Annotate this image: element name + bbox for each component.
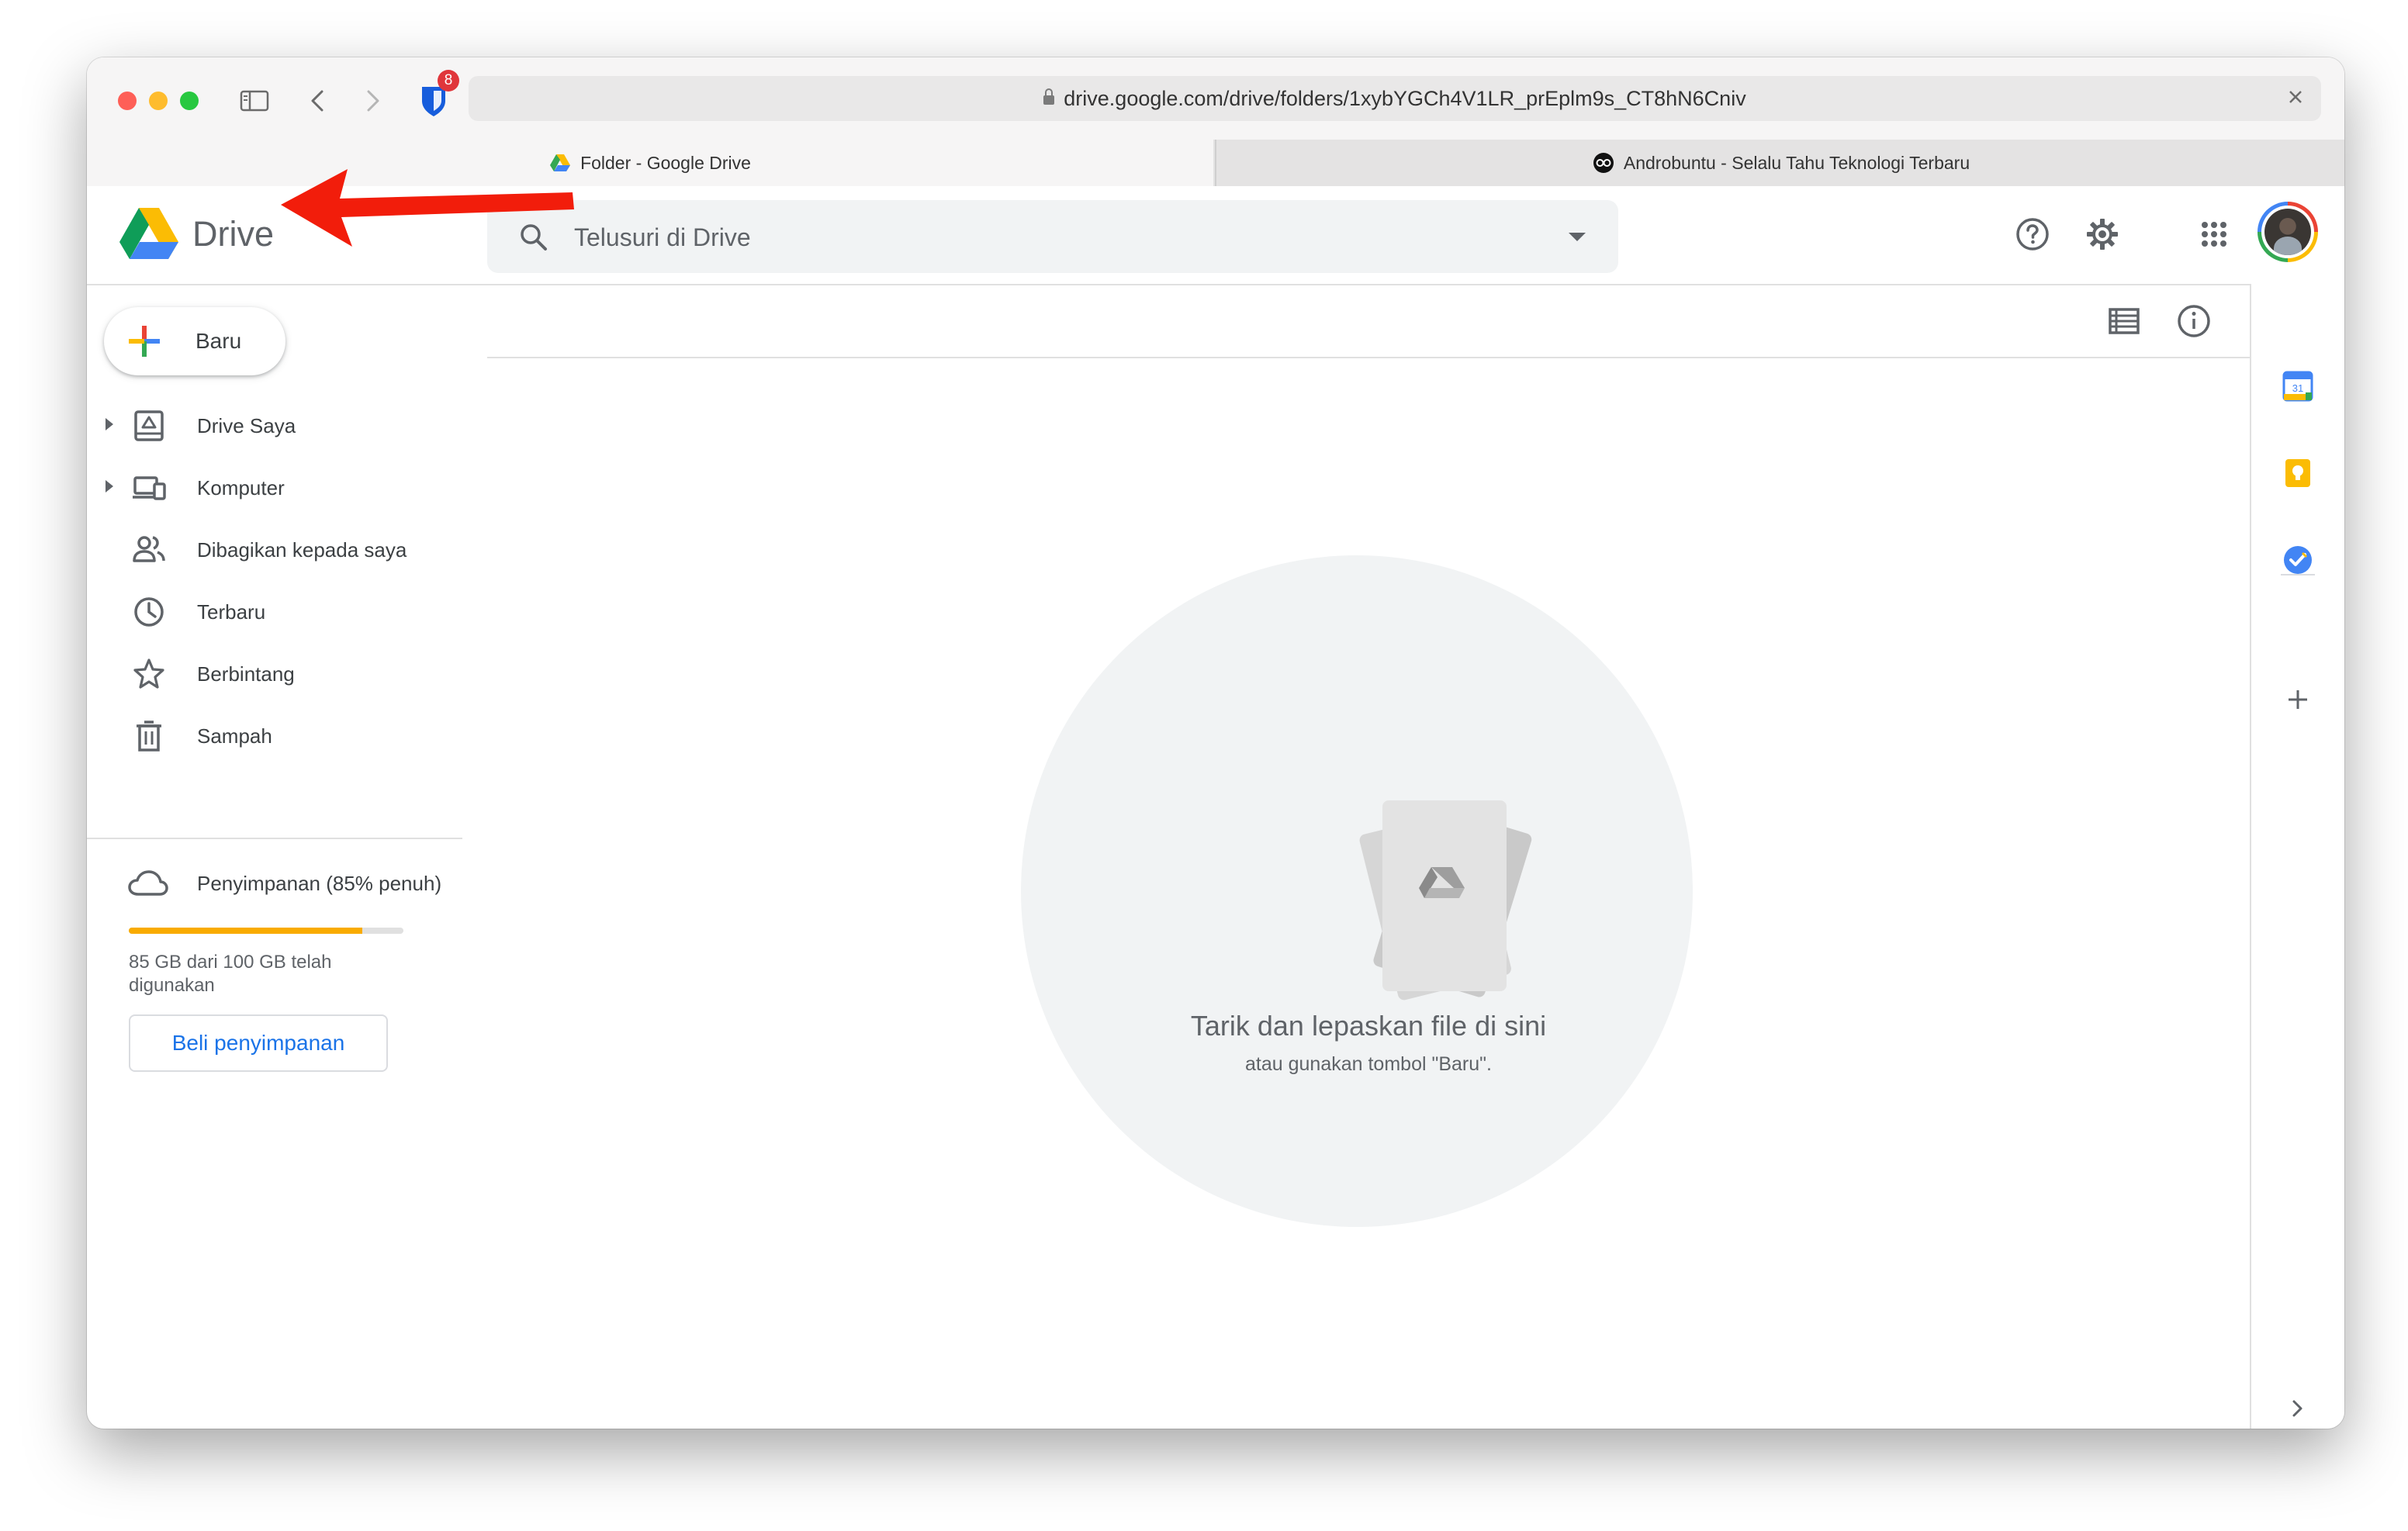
tab-androbuntu[interactable]: Androbuntu - Selalu Tahu Teknologi Terba…: [1215, 140, 2344, 186]
sidebar-item-label: Sampah: [197, 724, 272, 748]
storage-progress-fill: [129, 928, 362, 934]
google-drive-logo[interactable]: [119, 206, 178, 259]
browser-window: 8 drive.google.com/drive/folders/1xybYGC…: [87, 57, 2344, 1429]
sidebar-item-my-drive[interactable]: Drive Saya: [87, 396, 459, 453]
extension-badge: 8: [438, 70, 459, 92]
stop-loading-icon[interactable]: [2284, 85, 2307, 109]
sidebar-item-starred[interactable]: Berbintang: [87, 644, 459, 701]
androbuntu-favicon-icon: [1593, 153, 1614, 173]
google-keep-icon[interactable]: [2281, 456, 2315, 490]
account-avatar[interactable]: [2258, 202, 2318, 262]
plus-icon: [129, 326, 160, 357]
my-drive-icon: [134, 410, 164, 441]
computers-icon: [133, 476, 166, 500]
forward-icon[interactable]: [357, 85, 388, 116]
sidebar-item-computers[interactable]: Komputer: [87, 458, 459, 515]
url-text: drive.google.com/drive/folders/1xybYGCh4…: [1064, 87, 1746, 110]
empty-state-subtitle: atau gunakan tombol "Baru".: [1245, 1053, 1492, 1075]
toolbar-divider: [487, 357, 2250, 358]
storage-label[interactable]: Penyimpanan (85% penuh): [197, 872, 441, 896]
back-icon[interactable]: [303, 85, 334, 116]
tab-title: Folder - Google Drive: [580, 152, 751, 173]
search-bar[interactable]: [487, 200, 1618, 273]
sidebar-item-label: Komputer: [197, 476, 285, 499]
expand-arrow-icon[interactable]: [106, 480, 113, 492]
main-content: Tarik dan lepaskan file di sini atau gun…: [487, 284, 2250, 1429]
search-options-caret-icon[interactable]: [1569, 233, 1586, 241]
drop-files-illustration: [1359, 800, 1532, 1001]
annotation-arrow: [281, 169, 574, 247]
sidebar-item-label: Terbaru: [197, 600, 266, 624]
expand-arrow-icon[interactable]: [106, 418, 113, 430]
lock-icon: [1043, 88, 1055, 105]
sidebar-item-label: Drive Saya: [197, 414, 296, 437]
settings-gear-icon[interactable]: [2084, 216, 2121, 253]
avatar-photo: [2264, 209, 2311, 255]
new-button[interactable]: Baru: [104, 307, 285, 375]
tab-google-drive[interactable]: Folder - Google Drive: [87, 140, 1213, 186]
app-name: Drive: [192, 214, 275, 254]
google-apps-grid-icon[interactable]: [2195, 216, 2233, 253]
star-icon: [133, 658, 164, 689]
list-view-icon[interactable]: [2105, 302, 2143, 340]
google-calendar-icon[interactable]: 31: [2281, 369, 2315, 403]
sidebar-item-label: Dibagikan kepada saya: [197, 538, 407, 562]
sidebar-toggle-icon[interactable]: [239, 85, 270, 116]
info-icon[interactable]: [2175, 302, 2213, 340]
google-tasks-icon[interactable]: [2281, 543, 2315, 577]
side-panel: 31: [2250, 284, 2344, 1429]
get-add-ons-plus-icon[interactable]: [2281, 683, 2315, 717]
expand-panel-chevron-icon[interactable]: [2285, 1396, 2310, 1421]
sidebar-item-label: Berbintang: [197, 662, 295, 686]
help-icon[interactable]: [2014, 216, 2051, 253]
browser-toolbar: 8 drive.google.com/drive/folders/1xybYGC…: [87, 57, 2344, 140]
empty-state-title: Tarik dan lepaskan file di sini: [1190, 1010, 1547, 1042]
sidebar: Baru Drive Saya Komputer Dibagikan kepad…: [87, 284, 462, 1429]
sidebar-item-trash[interactable]: Sampah: [87, 706, 459, 763]
shared-icon: [133, 536, 165, 562]
tab-title: Androbuntu - Selalu Tahu Teknologi Terba…: [1623, 152, 1970, 173]
address-bar[interactable]: drive.google.com/drive/folders/1xybYGCh4…: [469, 76, 2321, 121]
zoom-window-button[interactable]: [180, 92, 199, 110]
clock-icon: [134, 597, 164, 627]
trash-icon: [137, 721, 161, 752]
sidebar-divider: [87, 838, 462, 839]
storage-detail: 85 GB dari 100 GB telah digunakan: [129, 952, 332, 996]
minimize-window-button[interactable]: [149, 92, 168, 110]
search-input[interactable]: [574, 223, 1505, 252]
sidebar-item-recent[interactable]: Terbaru: [87, 582, 459, 639]
cloud-storage-icon: [128, 870, 168, 896]
side-panel-divider: [2281, 574, 2315, 575]
buy-storage-button[interactable]: Beli penyimpanan: [129, 1014, 388, 1072]
sidebar-item-shared[interactable]: Dibagikan kepada saya: [87, 520, 459, 577]
calendar-day-text: 31: [2292, 382, 2303, 394]
close-window-button[interactable]: [118, 92, 137, 110]
new-button-label: Baru: [195, 329, 242, 353]
storage-progress-bar: [129, 928, 403, 934]
